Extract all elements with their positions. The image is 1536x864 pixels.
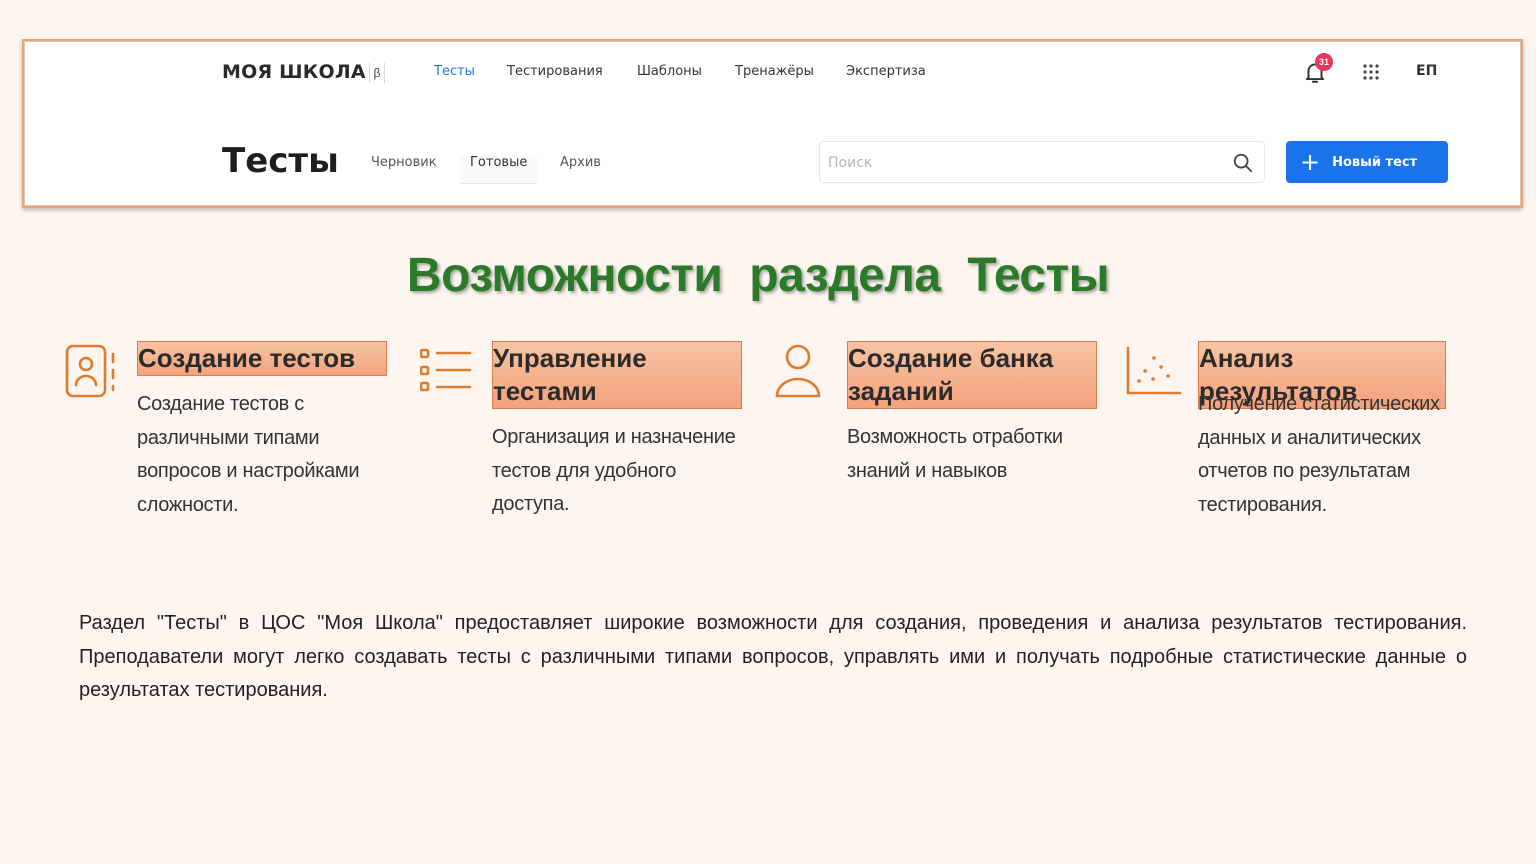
- tab-draft[interactable]: Черновик: [361, 156, 447, 184]
- new-test-button[interactable]: + Новый тест: [1286, 141, 1448, 183]
- feature-heading: Создание тестов: [137, 341, 387, 376]
- search-box: [819, 141, 1265, 183]
- new-test-button-label: Новый тест: [1332, 154, 1418, 170]
- nav-item-trainers[interactable]: Тренажёры: [735, 64, 814, 79]
- list-icon: [420, 348, 472, 392]
- plus-icon: +: [1300, 148, 1321, 176]
- description-paragraph: Раздел "Тесты" в ЦОС "Моя Школа" предост…: [79, 612, 1467, 701]
- feature-text: Организация и назначение тестов для удоб…: [492, 426, 736, 515]
- app-screenshot: МОЯ ШКОЛА β Тесты Тестирования Шаблоны Т…: [22, 39, 1523, 208]
- search-icon[interactable]: [1232, 152, 1254, 174]
- user-icon: [775, 344, 821, 398]
- feature-text: Возможность отработки знаний и навыков: [847, 426, 1063, 482]
- feature-text: Создание тестов с различными типами вопр…: [137, 393, 360, 516]
- tab-ready[interactable]: Готовые: [460, 156, 538, 184]
- tab-archive[interactable]: Архив: [550, 156, 611, 184]
- notification-count-badge: 31: [1315, 53, 1333, 71]
- contact-book-icon: [65, 344, 115, 398]
- nav-item-tests[interactable]: Тесты: [434, 64, 475, 79]
- user-avatar[interactable]: ЕП: [1416, 63, 1437, 79]
- feature-text: Получение статистических данных и аналит…: [1198, 393, 1440, 516]
- nav-item-templates[interactable]: Шаблоны: [637, 64, 702, 79]
- slide-title: Возможности раздела Тесты: [406, 249, 1110, 302]
- feature-heading: Управление тестами: [492, 341, 742, 409]
- page-title: Тесты: [222, 141, 339, 181]
- feature-heading: Создание банка заданий: [847, 341, 1097, 409]
- logo[interactable]: МОЯ ШКОЛА: [222, 61, 366, 83]
- apps-grid-icon[interactable]: [1362, 63, 1380, 81]
- nav-item-testings[interactable]: Тестирования: [507, 64, 603, 79]
- beta-badge: β: [369, 63, 385, 83]
- nav-item-expertise[interactable]: Экспертиза: [846, 64, 926, 79]
- search-input[interactable]: [828, 152, 1208, 174]
- scatter-chart-icon: [1126, 346, 1182, 395]
